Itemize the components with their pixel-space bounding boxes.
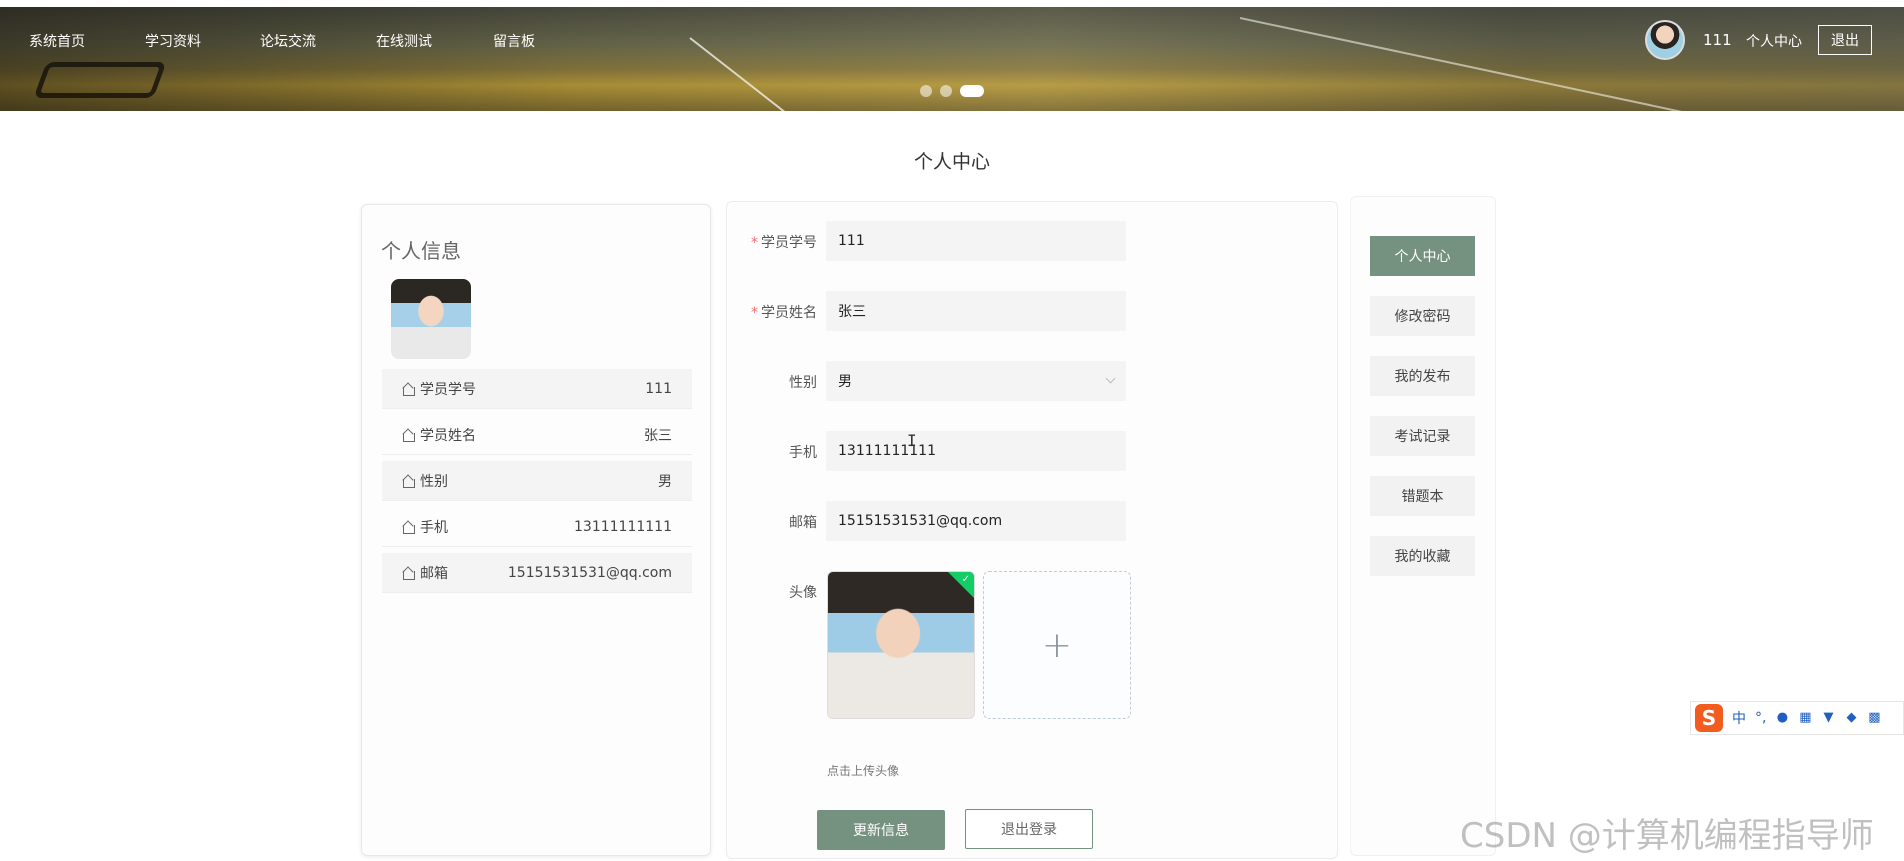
student-name-input[interactable]: 张三	[826, 291, 1126, 331]
house-icon	[402, 383, 415, 396]
side-menu-item-favorites[interactable]: 我的收藏	[1370, 536, 1475, 576]
grid-icon[interactable]: ▩	[1867, 711, 1881, 725]
info-value: 男	[658, 473, 672, 490]
gamepad-icon[interactable]: ◆	[1844, 711, 1858, 725]
mic-icon[interactable]: ●	[1775, 711, 1789, 725]
side-menu-item-wrong-questions[interactable]: 错题本	[1370, 476, 1475, 516]
info-label: 手机	[420, 519, 448, 536]
info-row-student-id: 学员学号 111	[382, 369, 692, 409]
carousel-dot[interactable]	[920, 85, 932, 97]
required-mark: *	[751, 305, 758, 321]
chevron-down-icon	[1105, 373, 1116, 384]
gender-label: 性别	[789, 375, 817, 391]
page-title: 个人中心	[913, 151, 990, 173]
page: 系统首页 学习资料 论坛交流 在线测试 留言板 111 个人中心 退出 个人中心…	[0, 0, 1904, 861]
update-info-button[interactable]: 更新信息	[817, 810, 945, 850]
phone-input[interactable]: 13111111111	[826, 431, 1126, 471]
info-label: 学员学号	[420, 381, 476, 398]
info-label: 性别	[420, 473, 448, 490]
keyboard-icon[interactable]: ▦	[1798, 711, 1812, 725]
user-name[interactable]: 111	[1703, 31, 1732, 49]
info-value: 张三	[644, 427, 672, 444]
info-row-email: 邮箱 15151531531@qq.com	[382, 553, 692, 593]
nav-item-online-test[interactable]: 在线测试	[376, 31, 432, 51]
user-avatar[interactable]	[1645, 20, 1685, 60]
uploaded-avatar-image[interactable]: ✓	[827, 571, 975, 719]
avatar-upload-trigger[interactable]: +	[983, 571, 1131, 719]
ime-toolbar: S 中 °, ● ▦ ▼ ◆ ▩	[1690, 701, 1904, 735]
avatar-label: 头像	[789, 585, 817, 601]
avatar-upload-hint: 点击上传头像	[827, 764, 900, 778]
info-label: 邮箱	[420, 565, 448, 582]
logout-account-button[interactable]: 退出登录	[965, 809, 1093, 849]
house-icon	[402, 475, 415, 488]
ime-punct-toggle[interactable]: °,	[1755, 710, 1766, 726]
info-row-phone: 手机 13111111111	[382, 507, 692, 547]
carousel-dot-active[interactable]	[960, 85, 984, 97]
info-value: 111	[645, 380, 672, 397]
nav-item-forum[interactable]: 论坛交流	[260, 31, 316, 51]
profile-card-title: 个人信息	[381, 239, 461, 263]
required-mark: *	[751, 235, 758, 251]
ime-logo-icon[interactable]: S	[1695, 704, 1723, 732]
student-id-label: * 学员学号	[751, 235, 817, 251]
info-label: 学员姓名	[420, 427, 476, 444]
student-id-input[interactable]: 111	[826, 221, 1126, 261]
side-menu-item-change-password[interactable]: 修改密码	[1370, 296, 1475, 336]
house-icon	[402, 567, 415, 580]
watermark: CSDN @计算机编程指导师	[1460, 816, 1874, 856]
student-name-label: * 学员姓名	[751, 305, 817, 321]
house-icon	[402, 521, 415, 534]
nav-item-materials[interactable]: 学习资料	[145, 31, 201, 51]
info-row-student-name: 学员姓名 张三	[382, 415, 692, 455]
check-icon: ✓	[961, 574, 970, 585]
info-value: 13111111111	[574, 518, 672, 535]
email-input[interactable]: 15151531531@qq.com	[826, 501, 1126, 541]
ime-mode-toggle[interactable]: 中	[1732, 708, 1746, 728]
nav-item-message-board[interactable]: 留言板	[493, 31, 535, 51]
carousel-dot[interactable]	[940, 85, 952, 97]
info-row-gender: 性别 男	[382, 461, 692, 501]
plus-icon: +	[1041, 624, 1073, 666]
email-label: 邮箱	[789, 515, 817, 531]
profile-card: 个人信息 学员学号 111 学员姓名 张三 性别 男 手机 1311111111…	[361, 204, 711, 856]
side-menu-item-my-posts[interactable]: 我的发布	[1370, 356, 1475, 396]
user-center-link[interactable]: 个人中心	[1746, 31, 1802, 51]
gender-selected-value: 男	[838, 374, 852, 390]
profile-photo	[391, 279, 471, 359]
side-menu-item-personal-center[interactable]: 个人中心	[1370, 236, 1475, 276]
nav-item-home[interactable]: 系统首页	[29, 31, 85, 51]
text-cursor-icon: I	[907, 431, 917, 450]
phone-label: 手机	[789, 445, 817, 461]
side-menu-item-exam-records[interactable]: 考试记录	[1370, 416, 1475, 456]
top-nav: 系统首页 学习资料 论坛交流 在线测试 留言板	[0, 7, 1904, 71]
shirt-icon[interactable]: ▼	[1821, 711, 1835, 725]
side-menu-card	[1350, 196, 1496, 856]
logout-button[interactable]: 退出	[1818, 25, 1872, 55]
house-icon	[402, 429, 415, 442]
info-value: 15151531531@qq.com	[507, 564, 672, 581]
carousel-indicators	[920, 85, 984, 97]
gender-select[interactable]: 男	[826, 361, 1126, 401]
